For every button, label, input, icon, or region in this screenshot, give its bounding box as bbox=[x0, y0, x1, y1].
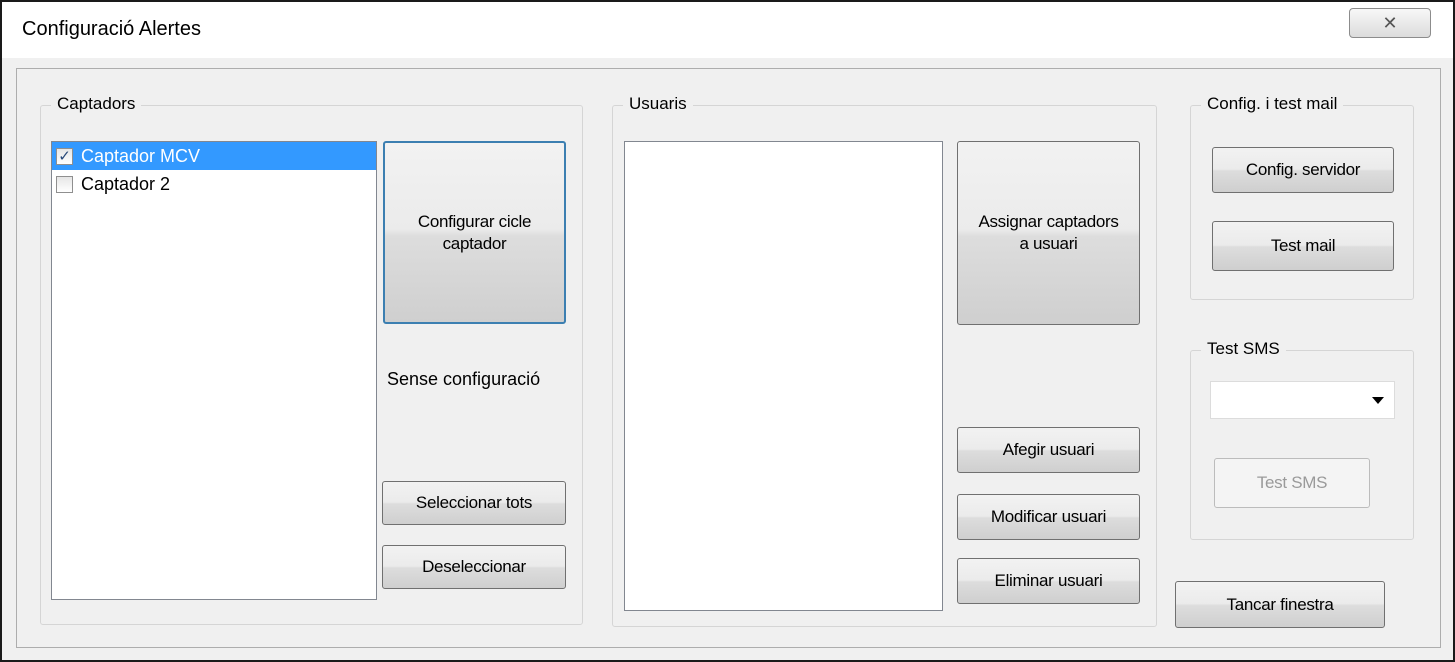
test-mail-label: Test mail bbox=[1270, 236, 1336, 255]
modify-user-button[interactable]: Modificar usuari bbox=[957, 494, 1140, 540]
close-window-button[interactable]: Tancar finestra bbox=[1175, 581, 1385, 628]
captadors-list[interactable]: ✓ Captador MCV Captador 2 bbox=[51, 141, 377, 600]
test-sms-label: Test SMS bbox=[1256, 473, 1328, 492]
delete-user-button[interactable]: Eliminar usuari bbox=[957, 558, 1140, 604]
sms-test-group-label: Test SMS bbox=[1201, 339, 1286, 359]
select-all-button[interactable]: Seleccionar tots bbox=[382, 481, 566, 525]
chevron-down-icon[interactable] bbox=[1372, 397, 1384, 404]
configuration-status: Sense configuració bbox=[387, 369, 541, 389]
configure-cycle-label: Configurar cicle captador bbox=[417, 211, 532, 253]
deselect-button[interactable]: Deseleccionar bbox=[382, 545, 566, 589]
close-icon: ✕ bbox=[1382, 12, 1398, 33]
users-list[interactable] bbox=[624, 141, 943, 611]
window-title: Configuració Alertes bbox=[22, 18, 201, 40]
close-button[interactable]: ✕ bbox=[1349, 8, 1431, 38]
select-all-label: Seleccionar tots bbox=[415, 493, 533, 512]
close-window-label: Tancar finestra bbox=[1226, 594, 1334, 614]
usuaris-group-label: Usuaris bbox=[623, 94, 693, 114]
assign-captadors-label: Assignar captadors a usuari bbox=[978, 212, 1119, 253]
list-item-label: Captador MCV bbox=[81, 145, 201, 166]
checkbox-unchecked[interactable] bbox=[56, 175, 73, 193]
checkbox-checked[interactable]: ✓ bbox=[56, 147, 73, 165]
list-item[interactable]: ✓ Captador MCV bbox=[52, 142, 376, 170]
configure-cycle-button[interactable]: Configurar cicle captador bbox=[383, 141, 566, 324]
mail-config-group-label: Config. i test mail bbox=[1201, 94, 1344, 114]
sms-dropdown[interactable] bbox=[1210, 381, 1395, 419]
dialog-client-area: Captadors ✓ Captador MCV Captador 2 Conf… bbox=[16, 68, 1441, 648]
captadors-group-label: Captadors bbox=[51, 94, 142, 114]
title-bar: Configuració Alertes ✕ bbox=[2, 2, 1453, 58]
config-server-button[interactable]: Config. servidor bbox=[1212, 147, 1394, 193]
deselect-label: Deseleccionar bbox=[422, 557, 526, 576]
add-user-button[interactable]: Afegir usuari bbox=[957, 427, 1140, 473]
list-item-label: Captador 2 bbox=[81, 173, 171, 194]
dialog-window: Configuració Alertes ✕ Captadors ✓ Capta… bbox=[0, 0, 1455, 662]
assign-captadors-button[interactable]: Assignar captadors a usuari bbox=[957, 141, 1140, 325]
test-sms-button[interactable]: Test SMS bbox=[1214, 458, 1370, 508]
delete-user-label: Eliminar usuari bbox=[994, 571, 1103, 590]
list-item[interactable]: Captador 2 bbox=[52, 170, 376, 198]
test-mail-button[interactable]: Test mail bbox=[1212, 221, 1394, 271]
modify-user-label: Modificar usuari bbox=[990, 507, 1107, 526]
sms-test-group: Test SMS bbox=[1190, 339, 1414, 540]
add-user-label: Afegir usuari bbox=[1002, 440, 1095, 459]
config-server-label: Config. servidor bbox=[1245, 160, 1361, 179]
